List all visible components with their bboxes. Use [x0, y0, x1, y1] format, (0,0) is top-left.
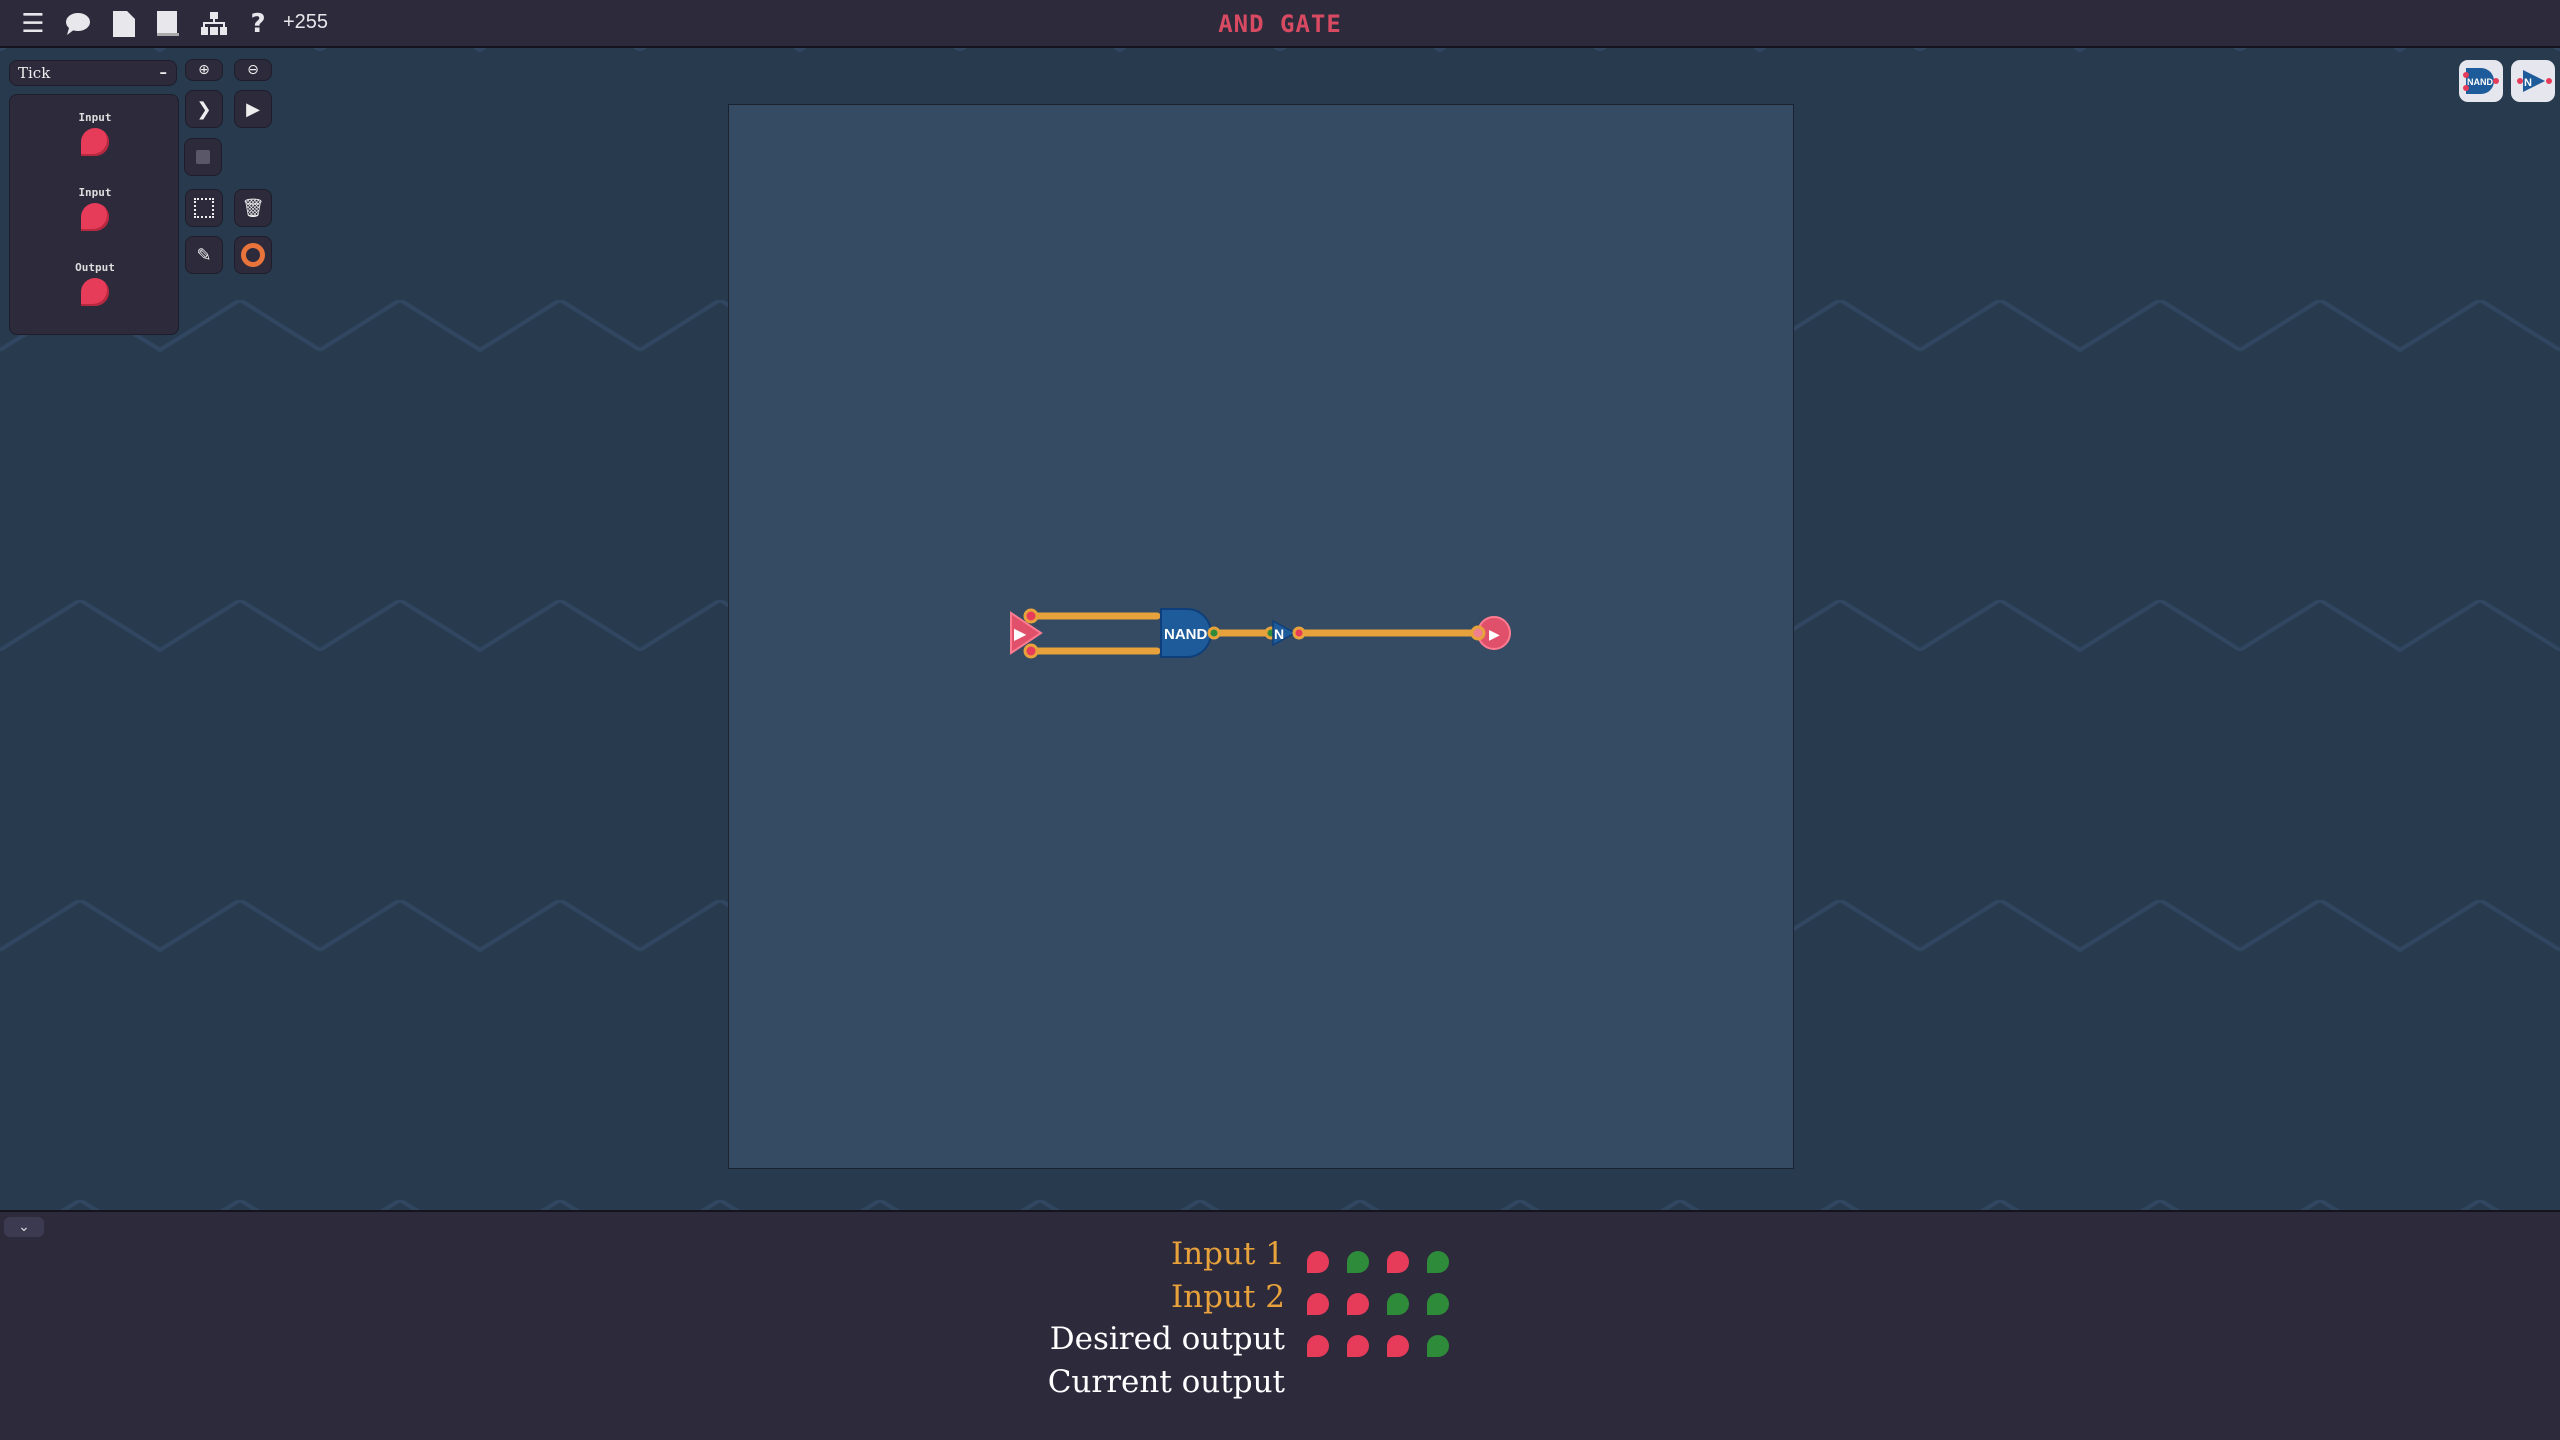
pencil-icon: ✎	[196, 244, 212, 266]
svg-text:▶: ▶	[1489, 627, 1500, 643]
stop-icon	[196, 150, 210, 164]
palette-item-input-2[interactable]: Input	[10, 186, 180, 235]
zoom-out-button[interactable]: ⊖	[234, 59, 272, 81]
input-component: ▶	[1010, 608, 1043, 659]
not-label: N	[1274, 626, 1284, 642]
row-label-input-2: Input 2	[1170, 1279, 1285, 1315]
delete-button[interactable]: 🗑	[234, 189, 272, 227]
nand-label: NAND	[1164, 626, 1207, 643]
zoom-out-icon: ⊖	[247, 62, 259, 78]
truth-value-off	[1307, 1335, 1329, 1357]
chevron-down-icon: ⌄	[18, 1219, 30, 1235]
zoom-in-icon: ⊕	[198, 62, 210, 78]
gate-label: N	[2524, 77, 2532, 89]
step-button[interactable]: ❯	[185, 90, 223, 128]
circuit-diagram: ▶ NAND N ▶	[1010, 608, 1511, 659]
truth-value-off	[1347, 1335, 1369, 1357]
select-icon	[194, 198, 214, 218]
pencil-button[interactable]: ✎	[185, 236, 223, 274]
custom-gate-nand[interactable]: NAND	[2459, 60, 2503, 102]
truth-value-off	[1387, 1251, 1409, 1273]
input-pin-icon	[81, 203, 109, 231]
component-palette: Input Input Output	[9, 94, 179, 335]
truth-value-off	[1307, 1251, 1329, 1273]
row-label-desired-output: Desired output	[1049, 1321, 1285, 1357]
gate-label: NAND	[2467, 77, 2493, 87]
truth-value-on	[1427, 1251, 1449, 1273]
play-button[interactable]: ▶	[234, 90, 272, 128]
truth-value-on	[1427, 1335, 1449, 1357]
truth-value-on	[1427, 1293, 1449, 1315]
output-pin-icon	[81, 278, 109, 306]
not-gate: N	[1264, 619, 1306, 647]
stop-button[interactable]	[184, 138, 222, 176]
truth-value-on	[1387, 1293, 1409, 1315]
palette-item-input-1[interactable]: Input	[10, 111, 180, 160]
input-pin-icon	[81, 128, 109, 156]
palette-label: Output	[75, 261, 115, 274]
trash-icon: 🗑	[241, 197, 265, 219]
palette-label: Input	[78, 111, 112, 124]
dropdown-value: Tick	[18, 64, 51, 82]
truth-value-on	[1347, 1251, 1369, 1273]
output-component: ▶	[1470, 616, 1511, 650]
ring-icon	[241, 243, 265, 267]
truth-value-off	[1307, 1293, 1329, 1315]
row-label-input-1: Input 1	[1170, 1236, 1285, 1272]
truth-value-off	[1387, 1335, 1409, 1357]
collapse-icon[interactable]: –	[160, 63, 168, 81]
chevron-right-icon: ❯	[196, 98, 212, 120]
palette-item-output[interactable]: Output	[10, 261, 180, 310]
row-label-current-output: Current output	[1047, 1364, 1285, 1400]
palette-label: Input	[78, 186, 112, 199]
tick-dropdown[interactable]: Tick –	[9, 60, 177, 86]
svg-text:▶: ▶	[1014, 624, 1027, 643]
top-bar: ☰ ? +255 AND GATE	[0, 0, 2560, 48]
select-button[interactable]	[185, 189, 223, 227]
collapse-panel-button[interactable]: ⌄	[4, 1217, 44, 1237]
play-icon: ▶	[246, 98, 260, 120]
custom-gate-not[interactable]: N	[2511, 60, 2555, 102]
wire-color-button[interactable]	[234, 236, 272, 274]
circuit-canvas[interactable]: ▶ NAND N ▶	[728, 104, 1794, 1169]
zoom-in-button[interactable]: ⊕	[185, 59, 223, 81]
truth-value-off	[1347, 1293, 1369, 1315]
nand-gate: NAND	[1160, 608, 1221, 658]
level-title: AND GATE	[1218, 10, 1342, 38]
